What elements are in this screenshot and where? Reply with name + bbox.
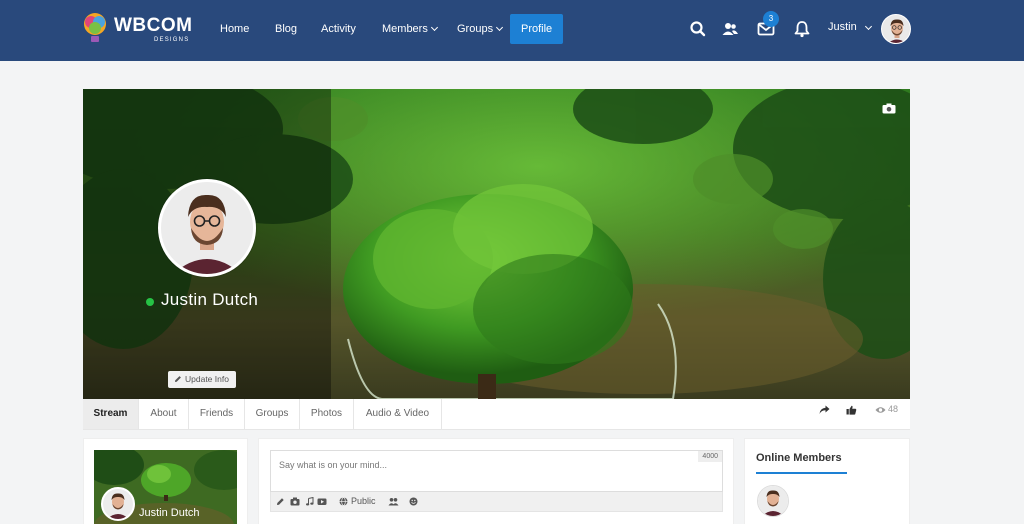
views-count: 48: [888, 404, 899, 414]
chevron-down-icon: [496, 23, 504, 32]
brand-logo[interactable]: WBCOM DESIGNS: [82, 12, 202, 46]
nav-blog[interactable]: Blog: [275, 14, 297, 44]
online-status-indicator: [146, 298, 154, 306]
mini-cover[interactable]: Justin Dutch: [94, 450, 237, 524]
search-icon[interactable]: [689, 20, 707, 38]
camera-icon[interactable]: [290, 497, 300, 506]
brand-name: WBCOM: [114, 15, 193, 36]
nav-home[interactable]: Home: [220, 14, 249, 44]
emoji-icon[interactable]: [409, 497, 418, 506]
status-placeholder: Say what is on your mind...: [279, 460, 388, 470]
camera-icon[interactable]: [882, 103, 896, 114]
friends-icon[interactable]: [721, 20, 739, 38]
online-member-avatar[interactable]: [757, 485, 789, 517]
logo-icon: [84, 13, 106, 42]
notifications-icon[interactable]: [793, 20, 811, 38]
online-members-widget: Online Members: [744, 438, 910, 524]
video-icon[interactable]: [317, 497, 327, 506]
globe-icon[interactable]: [339, 497, 348, 506]
group-icon[interactable]: [388, 497, 399, 506]
profile-cover: Justin Dutch Update Info: [83, 89, 910, 399]
avatar-image: [882, 15, 910, 43]
brand-subtitle: DESIGNS: [154, 37, 190, 43]
activity-composer-panel: Say what is on your mind... 4000 Public: [258, 438, 734, 524]
nav-groups-label: Groups: [457, 23, 494, 35]
music-icon[interactable]: [305, 497, 314, 506]
profile-tabs: Stream About Friends Groups Photos Audio…: [83, 399, 910, 430]
nav-members-label: Members: [382, 23, 428, 35]
avatar-image: [161, 182, 253, 274]
site-header: WBCOM DESIGNS Home Blog Activity Members…: [0, 0, 1024, 61]
header-user-name[interactable]: Justin: [828, 21, 857, 33]
mini-avatar[interactable]: [101, 487, 135, 521]
status-input[interactable]: Say what is on your mind... 4000: [270, 450, 723, 492]
tab-groups[interactable]: Groups: [245, 399, 300, 429]
tab-stream[interactable]: Stream: [83, 399, 139, 429]
nav-members[interactable]: Members: [382, 14, 438, 44]
tab-audio-video[interactable]: Audio & Video: [354, 399, 442, 429]
profile-name: Justin Dutch: [161, 290, 259, 309]
update-info-label: Update Info: [185, 374, 229, 384]
composer-toolbar: Public: [270, 492, 723, 512]
avatar-image: [103, 489, 133, 519]
nav-groups[interactable]: Groups: [457, 14, 504, 44]
header-avatar[interactable]: [881, 14, 911, 44]
tab-about[interactable]: About: [139, 399, 189, 429]
messages-count-badge: 3: [763, 11, 779, 27]
tab-photos[interactable]: Photos: [300, 399, 354, 429]
pencil-icon: [175, 376, 181, 382]
online-members-title: Online Members: [756, 452, 847, 474]
avatar-image: [758, 486, 788, 516]
character-counter: 4000: [698, 451, 722, 462]
share-icon[interactable]: [819, 405, 830, 415]
nav-activity[interactable]: Activity: [321, 14, 356, 44]
pencil-icon[interactable]: [276, 497, 285, 506]
mini-profile-name: Justin Dutch: [139, 507, 200, 519]
chevron-down-icon: [430, 23, 438, 32]
like-icon[interactable]: [846, 405, 857, 415]
update-info-button[interactable]: Update Info: [168, 371, 236, 388]
profile-mini-card: Justin Dutch: [83, 438, 248, 524]
profile-avatar[interactable]: [158, 179, 256, 277]
tab-friends[interactable]: Friends: [189, 399, 245, 429]
nav-profile[interactable]: Profile: [510, 14, 564, 44]
eye-icon: [875, 407, 886, 413]
chevron-down-icon[interactable]: [864, 22, 873, 31]
privacy-selector[interactable]: Public: [351, 496, 376, 506]
